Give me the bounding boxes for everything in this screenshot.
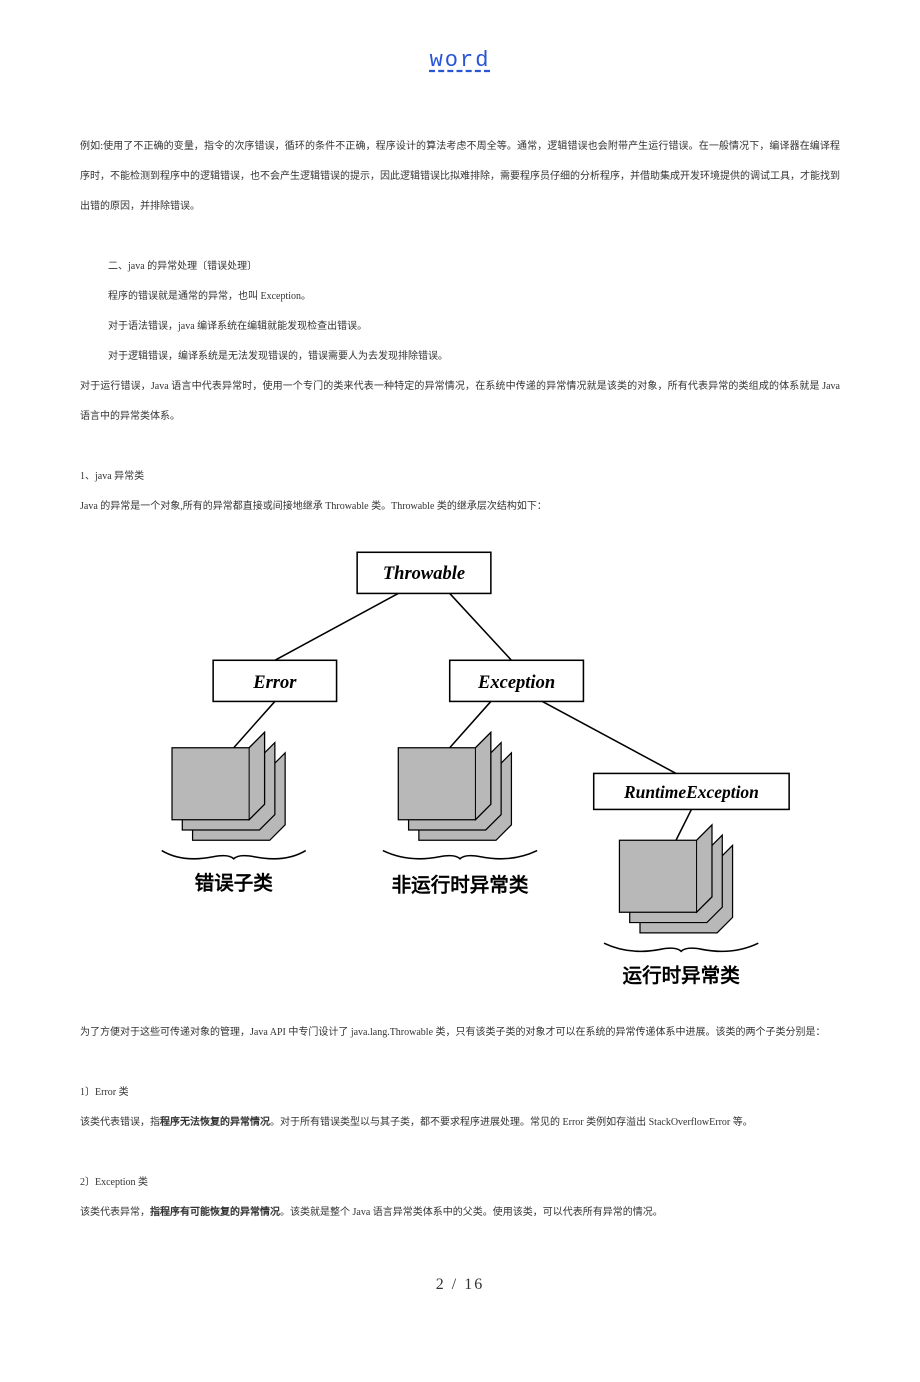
brace-runtime [604, 943, 758, 951]
section3-title: 1、java 异常类 [80, 462, 840, 492]
page-number: 2 / 16 [80, 1263, 840, 1308]
error-label: Error [252, 673, 297, 693]
section2-title: 二、java 的异常处理〔错误处理〕 [80, 252, 840, 282]
error-subclass-label: 错误子类 [195, 871, 274, 894]
section2-p4: 对于运行错误，Java 语言中代表异常时，使用一个专门的类来代表一种特定的异常情… [80, 372, 840, 432]
intro-paragraph: 例如:使用了不正确的变量，指令的次序错误，循环的条件不正确，程序设计的算法考虑不… [80, 132, 840, 222]
section4-p1-bold: 程序无法恢复的异常情况 [160, 1117, 270, 1128]
section2-p3: 对于逻辑错误，编译系统是无法发现错误的，错误需要人为去发现排除错误。 [80, 342, 840, 372]
section3-p2: 为了方便对于这些可传递对象的管理，Java API 中专门设计了 java.la… [80, 1018, 840, 1048]
error-stack-icon [172, 732, 285, 840]
runtime-label: RuntimeException [623, 782, 759, 802]
section5-p1-a: 该类代表异常， [80, 1207, 150, 1218]
section5-p1-b: 。该类就是整个 Java 语言异常类体系中的父类。使用该类，可以代表所有异常的情… [280, 1207, 663, 1218]
throwable-label: Throwable [383, 564, 465, 584]
section4-p1: 该类代表错误，指程序无法恢复的异常情况。对于所有错误类型以与其子类，都不要求程序… [80, 1108, 840, 1138]
section5-p1-bold: 指程序有可能恢复的异常情况 [150, 1207, 280, 1218]
runtime-stack-icon [619, 824, 732, 932]
section3-p1: Java 的异常是一个对象,所有的异常都直接或间接地继承 Throwable 类… [80, 492, 840, 522]
section4-p1-b: 。对于所有错误类型以与其子类，都不要求程序进展处理。常见的 Error 类例如存… [270, 1117, 753, 1128]
section2-p1: 程序的错误就是通常的异常，也叫 Exception。 [80, 282, 840, 312]
page-title: word [80, 30, 840, 92]
hierarchy-diagram: Throwable Error Exception RuntimeExcepti… [80, 522, 840, 1018]
runtime-subclass-label: 运行时异常类 [623, 964, 741, 987]
exception-label: Exception [477, 673, 555, 693]
brace-error [162, 850, 306, 858]
section2-p2: 对于语法错误，java 编译系统在编辑就能发现检查出错误。 [80, 312, 840, 342]
nonruntime-stack-icon [398, 732, 511, 840]
section5-title: 2〕Exception 类 [80, 1168, 840, 1198]
nonruntime-label: 非运行时异常类 [392, 873, 529, 896]
brace-nonruntime [383, 850, 537, 858]
section4-p1-a: 该类代表错误，指 [80, 1117, 160, 1128]
section5-p1: 该类代表异常，指程序有可能恢复的异常情况。该类就是整个 Java 语言异常类体系… [80, 1198, 840, 1228]
section4-title: 1〕Error 类 [80, 1078, 840, 1108]
